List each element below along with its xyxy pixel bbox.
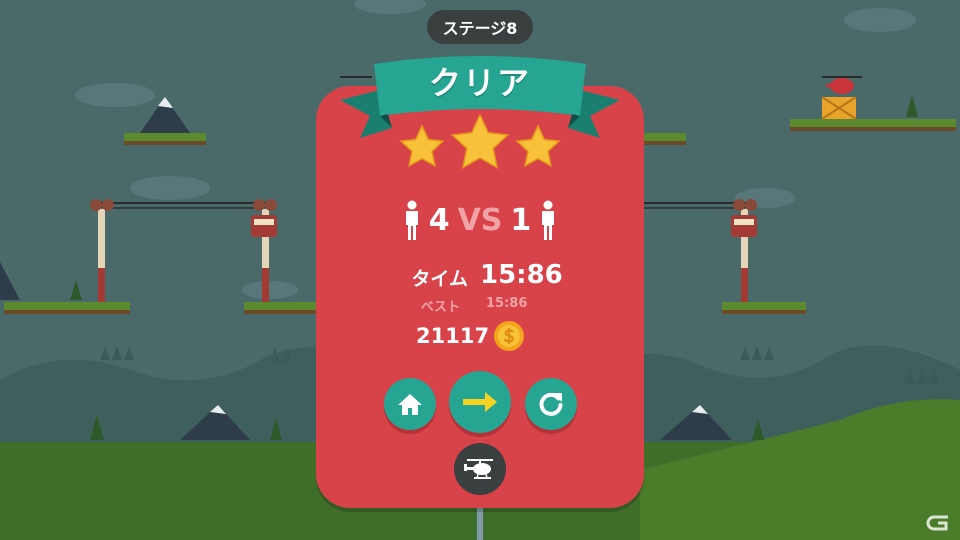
helicopter-icon xyxy=(464,459,493,479)
person-icon xyxy=(542,200,555,240)
versus-score: 4 VS 1 xyxy=(316,196,644,244)
person-icon xyxy=(405,200,418,240)
retry-button[interactable] xyxy=(525,378,577,430)
home-button[interactable] xyxy=(384,378,436,430)
star-icon xyxy=(399,124,445,168)
star-rating xyxy=(399,114,561,169)
star-icon xyxy=(450,114,510,169)
vs-label: VS xyxy=(457,202,503,238)
time-value: 15:86 xyxy=(480,260,563,290)
coin-count: 21117 xyxy=(416,324,490,348)
helicopter-button[interactable] xyxy=(454,443,506,495)
players-right-count: 1 xyxy=(510,202,532,238)
watermark-logo xyxy=(926,515,948,531)
players-left-count: 4 xyxy=(428,202,450,238)
star-icon xyxy=(515,124,561,168)
best-time-value: 15:86 xyxy=(486,296,528,311)
time-label: タイム xyxy=(411,268,468,290)
arrow-right-icon xyxy=(463,392,497,412)
retry-icon xyxy=(539,392,563,416)
best-time-label: ベスト xyxy=(420,300,460,315)
stage-label: ステージ8 xyxy=(427,10,533,44)
next-stage-button[interactable] xyxy=(449,371,511,433)
home-icon xyxy=(398,394,422,415)
coin-total: 21117 xyxy=(416,318,526,354)
coin-icon xyxy=(494,321,525,351)
result-title: クリア xyxy=(428,64,531,102)
